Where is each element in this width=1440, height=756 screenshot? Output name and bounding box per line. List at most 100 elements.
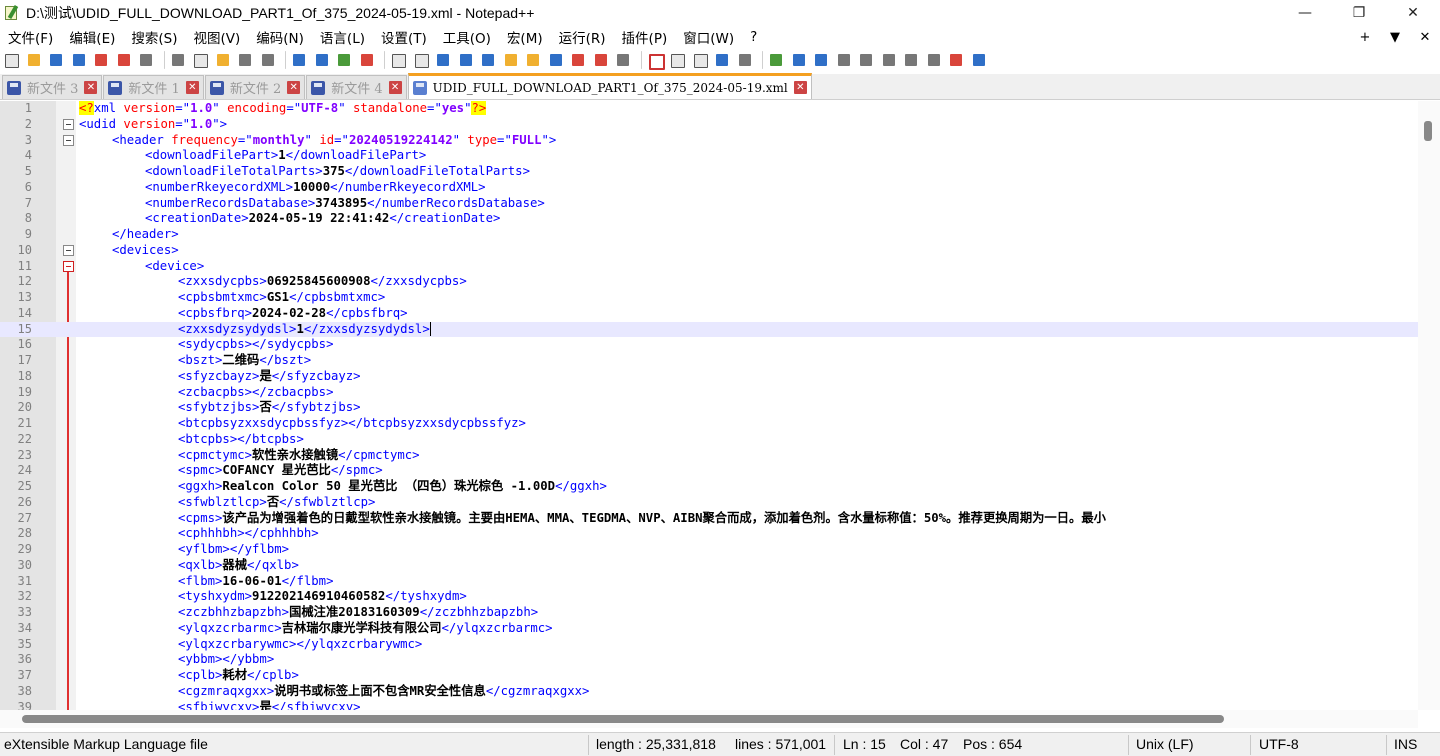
tab-new-file-4[interactable]: 新文件 4 ✕ <box>306 75 407 99</box>
code-line[interactable]: 1 <?xml version="1.0" encoding="UTF-8" st… <box>0 101 1418 117</box>
diff-prev-icon[interactable] <box>835 51 853 69</box>
code-line[interactable]: 7 <numberRecordsDatabase>3743895</numberR… <box>0 196 1418 212</box>
record-macro-icon[interactable] <box>646 51 665 70</box>
maximize-button[interactable]: ❐ <box>1336 0 1382 26</box>
code-line[interactable]: 33 <zczbhhzbapzbh>国械注准20183160309</zczbhh… <box>0 605 1418 621</box>
clear-compare-icon[interactable] <box>925 51 943 69</box>
close-icon[interactable] <box>92 51 110 69</box>
indent-guide-icon[interactable] <box>479 51 497 69</box>
tab-udid-xml[interactable]: UDID_FULL_DOWNLOAD_PART1_Of_375_2024-05-… <box>407 73 812 99</box>
code-line[interactable]: 24 <spmc>COFANCY 星光芭比</spmc> <box>0 463 1418 479</box>
code-line[interactable]: 21 <btcpbsyzxxsdycpbssfyz></btcpbsyzxxsdy… <box>0 416 1418 432</box>
fold-toggle-icon[interactable] <box>63 118 74 130</box>
code-line[interactable]: 38 <cgzmraqxgxx>说明书或标签上面不包含MR安全性信息</cgzmr… <box>0 684 1418 700</box>
status-encoding[interactable]: UTF-8 <box>1259 736 1299 752</box>
close-document-button[interactable]: ✕ <box>1410 30 1440 45</box>
code-line[interactable]: 19 <zcbacpbs></zcbacpbs> <box>0 385 1418 401</box>
code-line[interactable]: 23 <cpmctymc>软性亲水接触镜</cpmctymc> <box>0 448 1418 464</box>
eye-icon[interactable] <box>614 51 632 69</box>
fold-toggle-icon[interactable] <box>63 244 74 256</box>
code-line[interactable]: 34 <ylqxzcrbarmc>吉林瑞尔康光学科技有限公司</ylqxzcrba… <box>0 621 1418 637</box>
first-diff-icon[interactable] <box>857 51 875 69</box>
code-line[interactable]: 4 <downloadFilePart>1</downloadFilePart> <box>0 148 1418 164</box>
code-line[interactable]: 14 <cpbsfbrq>2024-02-28</cpbsfbrq> <box>0 306 1418 322</box>
function-list-icon[interactable] <box>524 51 542 69</box>
tab-new-file-1[interactable]: 新文件 1 ✕ <box>103 75 204 99</box>
menu-run[interactable]: 运行(R) <box>551 27 614 47</box>
tab-new-file-2[interactable]: 新文件 2 ✕ <box>204 75 306 99</box>
code-line[interactable]: 31 <flbm>16-06-01</flbm> <box>0 574 1418 590</box>
code-line[interactable]: 9 </header> <box>0 227 1418 243</box>
status-eol[interactable]: Unix (LF) <box>1136 736 1194 752</box>
close-window-button[interactable]: ✕ <box>1390 0 1436 26</box>
menu-settings[interactable]: 设置(T) <box>373 27 435 47</box>
tab-close-icon[interactable]: ✕ <box>388 81 402 94</box>
code-line[interactable]: 39 <sfbjwycxy>是</sfbjwycxy> <box>0 700 1418 711</box>
code-line[interactable]: 35 <ylqxzcrbarywmc></ylqxzcrbarywmc> <box>0 637 1418 653</box>
show-all-chars-icon[interactable] <box>457 51 475 69</box>
sync-vertical-icon[interactable] <box>389 51 407 69</box>
code-editor[interactable]: 1 <?xml version="1.0" encoding="UTF-8" st… <box>0 101 1440 710</box>
fold-toggle-icon[interactable] <box>63 134 74 146</box>
menu-edit[interactable]: 编辑(E) <box>61 27 123 47</box>
code-line[interactable]: 6 <numberRkeyecordXML>10000</numberRkeyec… <box>0 180 1418 196</box>
tab-close-icon[interactable]: ✕ <box>84 81 98 94</box>
zoom-in-icon[interactable] <box>335 51 353 69</box>
code-line[interactable]: 18 <sfyzcbayz>是</sfyzcbayz> <box>0 369 1418 385</box>
menu-encoding[interactable]: 编码(N) <box>248 27 312 47</box>
menu-window[interactable]: 窗口(W) <box>675 27 742 47</box>
new-file-icon[interactable] <box>2 51 20 69</box>
monitoring-icon[interactable] <box>592 51 610 69</box>
menu-view[interactable]: 视图(V) <box>186 27 249 47</box>
find-icon[interactable] <box>290 51 308 69</box>
run-macro-multiple-icon[interactable] <box>713 51 731 69</box>
tab-new-file-3[interactable]: 新文件 3 ✕ <box>2 75 103 99</box>
cut-icon[interactable] <box>169 51 187 69</box>
code-line[interactable]: 30 <qxlb>器械</qxlb> <box>0 558 1418 574</box>
code-line[interactable]: 26 <sfwblztlcp>否</sfwblztlcp> <box>0 495 1418 511</box>
undo-icon[interactable] <box>236 51 254 69</box>
word-wrap-icon[interactable] <box>434 51 452 69</box>
compare-settings-icon[interactable] <box>947 51 965 69</box>
doc-switcher-icon[interactable] <box>569 51 587 69</box>
status-insert-mode[interactable]: INS <box>1394 736 1417 752</box>
tab-close-icon[interactable]: ✕ <box>793 81 807 94</box>
menu-tools[interactable]: 工具(O) <box>435 27 499 47</box>
menu-search[interactable]: 搜索(S) <box>123 27 185 47</box>
code-line[interactable]: 8 <creationDate>2024-05-19 22:41:42</crea… <box>0 211 1418 227</box>
fold-toggle-icon[interactable] <box>63 260 74 272</box>
close-all-icon[interactable] <box>115 51 133 69</box>
open-file-icon[interactable] <box>25 51 43 69</box>
code-line[interactable]: 10 <devices> <box>0 243 1418 259</box>
stop-record-icon[interactable] <box>668 51 686 69</box>
code-line[interactable]: 12 <zxxsdycpbs>06925845600908</zxxsdycpbs… <box>0 274 1418 290</box>
save-icon[interactable] <box>47 51 65 69</box>
code-line[interactable]: 28 <cphhhbh></cphhhbh> <box>0 526 1418 542</box>
tab-close-icon[interactable]: ✕ <box>287 81 301 94</box>
doc-map-icon[interactable] <box>502 51 520 69</box>
code-line[interactable]: 3 <header frequency="monthly" id="2024051… <box>0 133 1418 149</box>
code-line[interactable]: 20 <sfybtzjbs>否</sfybtzjbs> <box>0 400 1418 416</box>
code-line[interactable]: 29 <yflbm></yflbm> <box>0 542 1418 558</box>
new-tab-button[interactable]: + <box>1350 30 1380 45</box>
code-line[interactable]: 17 <bszt>二维码</bszt> <box>0 353 1418 369</box>
vertical-scroll-thumb[interactable] <box>1424 121 1432 141</box>
tab-list-button[interactable]: ▼ <box>1380 30 1410 45</box>
menu-help[interactable]: ? <box>742 29 765 45</box>
menu-plugins[interactable]: 插件(P) <box>614 27 676 47</box>
menu-language[interactable]: 语言(L) <box>312 27 373 47</box>
diff-next-icon[interactable] <box>812 51 830 69</box>
settings-icon[interactable] <box>970 51 988 69</box>
redo-icon[interactable] <box>259 51 277 69</box>
compare-icon[interactable] <box>790 51 808 69</box>
code-line[interactable]: 5 <downloadFileTotalParts>375</downloadFi… <box>0 164 1418 180</box>
code-line[interactable]: 13 <cpbsbmtxmc>GS1</cpbsbmtxmc> <box>0 290 1418 306</box>
vertical-scrollbar[interactable] <box>1418 101 1440 710</box>
code-line[interactable]: 27 <cpms>该产品为增强着色的日戴型软性亲水接触镜。主要由HEMA、MMA、… <box>0 511 1418 527</box>
xml-tools-icon[interactable] <box>767 51 785 69</box>
replace-icon[interactable] <box>313 51 331 69</box>
save-macro-icon[interactable] <box>736 51 754 69</box>
menu-file[interactable]: 文件(F) <box>0 27 61 47</box>
last-diff-icon[interactable] <box>880 51 898 69</box>
save-all-icon[interactable] <box>70 51 88 69</box>
